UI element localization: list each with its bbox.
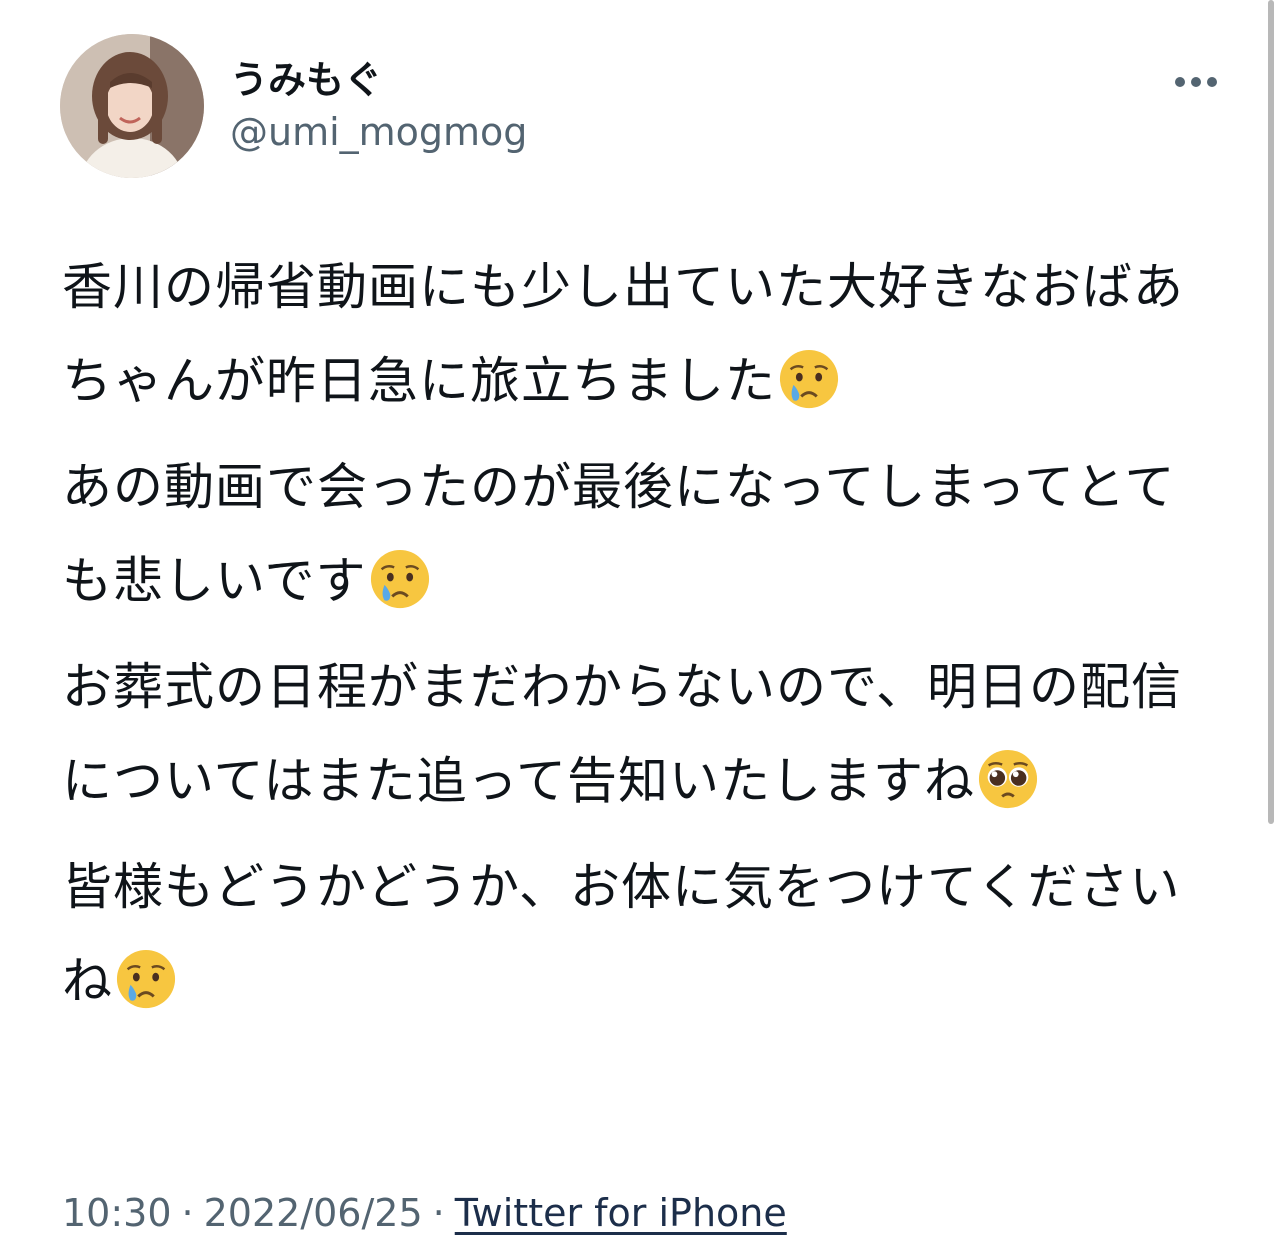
tweet-paragraph: 香川の帰省動画にも少し出ていた大好きなおばあちゃんが昨日急に旅立ちました [62,240,1202,428]
avatar-image [60,34,204,178]
pleading-face-emoji [978,749,1038,809]
more-options-button[interactable] [1168,60,1224,104]
tweet-text: 香川の帰省動画にも少し出ていた大好きなおばあちゃんが昨日急に旅立ちました あの動画… [62,240,1202,1040]
tweet-paragraph-text: あの動画で会ったのが最後になってしまってとても悲しいです [62,458,1176,610]
tweet-paragraph-text: 皆様もどうかどうか、お体に気をつけてくださいね [62,858,1181,1010]
crying-face-emoji [370,549,429,609]
tweet-paragraph: あの動画で会ったのが最後になってしまってとても悲しいです [62,440,1202,628]
tweet-metadata: 10:30 · 2022/06/25 · Twitter for iPhone [62,1188,787,1238]
display-name[interactable]: うみもぐ [230,56,382,104]
tweet-date[interactable]: 2022/06/25 [204,1191,423,1235]
meta-separator: · [432,1191,445,1235]
avatar[interactable] [60,34,204,178]
tweet-time[interactable]: 10:30 [62,1191,172,1235]
tweet-paragraph: お葬式の日程がまだわからないので、明日の配信についてはまた追って告知いたしますね [62,640,1202,828]
tweet-source-link[interactable]: Twitter for iPhone [455,1191,787,1235]
more-horizontal-icon [1175,77,1217,87]
tweet-paragraph-text: 香川の帰省動画にも少し出ていた大好きなおばあちゃんが昨日急に旅立ちました [62,258,1184,410]
meta-separator: · [181,1191,194,1235]
tweet-card: うみもぐ @umi_mogmog 香川の帰省動画にも少し出ていた大好きなおばあち… [0,0,1284,1254]
crying-face-emoji [116,949,176,1009]
scrollbar[interactable] [1268,0,1274,824]
tweet-paragraph: 皆様もどうかどうか、お体に気をつけてくださいね [62,840,1202,1028]
crying-face-emoji [779,349,839,409]
user-handle[interactable]: @umi_mogmog [230,108,527,156]
